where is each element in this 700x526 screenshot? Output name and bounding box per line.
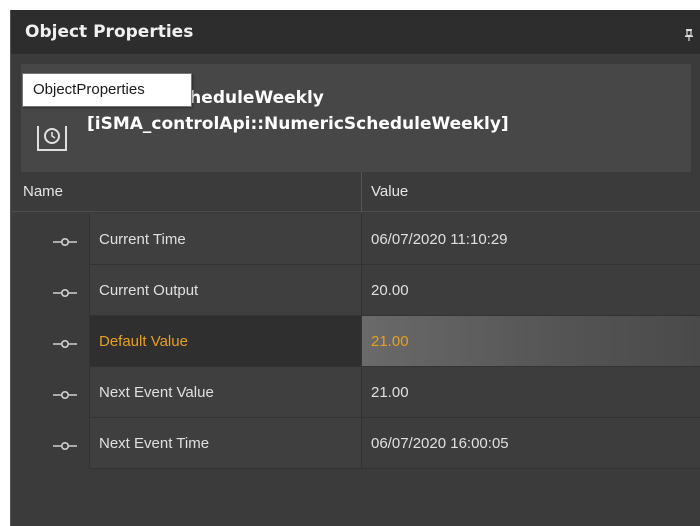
property-value: 21.00 <box>371 384 409 401</box>
row-gutter <box>11 214 89 265</box>
property-name: Next Event Value <box>99 384 214 401</box>
tooltip: ObjectProperties <box>22 73 192 107</box>
property-name: Next Event Time <box>99 435 210 452</box>
object-type: [iSMA_controlApi::NumericScheduleWeekly] <box>87 114 509 134</box>
property-name-cell[interactable]: Default Value <box>89 316 361 367</box>
object-properties-panel: Object Properties NumericScheduleWeekly … <box>10 10 700 526</box>
slot-connector-icon[interactable] <box>51 437 79 451</box>
slot-connector-icon[interactable] <box>51 284 79 298</box>
column-separator[interactable] <box>361 172 362 212</box>
property-value-cell[interactable]: 06/07/2020 11:10:29 <box>361 214 700 265</box>
property-value-cell[interactable]: 20.00 <box>361 265 700 316</box>
property-value-cell[interactable]: 06/07/2020 16:00:05 <box>361 418 700 469</box>
property-row-default-value[interactable]: Default Value 21.00 <box>11 316 700 367</box>
property-value: 21.00 <box>371 333 409 350</box>
property-row-current-time[interactable]: Current Time 06/07/2020 11:10:29 <box>11 214 700 265</box>
row-gutter <box>11 367 89 418</box>
property-name-cell[interactable]: Next Event Time <box>89 418 361 469</box>
property-name: Current Time <box>99 231 186 248</box>
property-name-cell[interactable]: Next Event Value <box>89 367 361 418</box>
property-value: 06/07/2020 11:10:29 <box>371 231 508 248</box>
property-name-cell[interactable]: Current Output <box>89 265 361 316</box>
property-value-cell[interactable]: 21.00 <box>361 316 700 367</box>
column-header-value[interactable]: Value <box>371 172 408 212</box>
property-row-next-event-value[interactable]: Next Event Value 21.00 <box>11 367 700 418</box>
pin-icon[interactable] <box>685 26 693 41</box>
property-value: 20.00 <box>371 282 409 299</box>
slot-connector-icon[interactable] <box>51 233 79 247</box>
slot-connector-icon[interactable] <box>51 386 79 400</box>
schedule-component-icon <box>35 122 69 154</box>
property-value: 06/07/2020 16:00:05 <box>371 435 509 452</box>
property-name: Default Value <box>99 333 188 350</box>
row-gutter <box>11 316 89 367</box>
property-value-cell[interactable]: 21.00 <box>361 367 700 418</box>
property-row-next-event-time[interactable]: Next Event Time 06/07/2020 16:00:05 <box>11 418 700 469</box>
row-gutter <box>11 418 89 469</box>
column-header-name[interactable]: Name <box>23 172 63 212</box>
grid-header: Name Value <box>11 172 700 212</box>
property-name-cell[interactable]: Current Time <box>89 214 361 265</box>
property-row-current-output[interactable]: Current Output 20.00 <box>11 265 700 316</box>
panel-title: Object Properties <box>25 22 194 42</box>
row-gutter <box>11 265 89 316</box>
property-name: Current Output <box>99 282 199 299</box>
slot-connector-icon[interactable] <box>51 335 79 349</box>
panel-title-bar: Object Properties <box>11 10 700 54</box>
